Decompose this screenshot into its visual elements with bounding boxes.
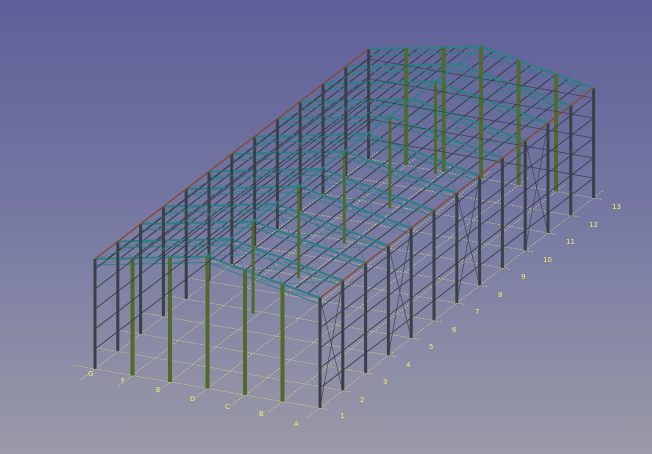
grid-label-2: 2 xyxy=(360,396,364,404)
rafter-chord xyxy=(169,262,208,264)
grid-label-3: 3 xyxy=(383,378,387,386)
rafter xyxy=(254,134,293,138)
rafter xyxy=(368,47,407,50)
rafter xyxy=(345,64,384,68)
rafter xyxy=(443,45,482,49)
grid-labels: A B C D E F G 1 2 3 4 5 6 7 8 9 10 11 12… xyxy=(88,203,621,428)
rafter xyxy=(140,222,179,225)
grid-label-7: 7 xyxy=(475,308,479,316)
rafter xyxy=(277,117,315,120)
wall-brace xyxy=(388,245,412,339)
grid-label-1: 1 xyxy=(340,412,344,420)
wall-brace xyxy=(319,297,344,391)
grid-label-11: 11 xyxy=(566,238,575,246)
grid-label-8: 8 xyxy=(498,291,502,299)
grid-label-4: 4 xyxy=(406,361,411,369)
grid-label-B: B xyxy=(259,410,264,418)
grid-label-6: 6 xyxy=(452,326,457,334)
rafter xyxy=(406,46,444,50)
grid-label-13: 13 xyxy=(612,203,621,211)
3d-viewport[interactable]: A B C D E F G 1 2 3 4 5 6 7 8 9 10 11 12… xyxy=(0,0,652,454)
grid-label-5: 5 xyxy=(429,343,433,351)
grid-label-10: 10 xyxy=(543,256,552,264)
columns xyxy=(93,46,596,408)
rafter xyxy=(163,204,201,208)
grid-line-letter xyxy=(156,164,453,393)
grid-line-number xyxy=(72,364,328,410)
rafter xyxy=(397,80,436,84)
grid-label-F: F xyxy=(121,377,125,385)
grid-label-A: A xyxy=(294,420,299,428)
grid-line-letter xyxy=(231,177,528,406)
rafter xyxy=(208,169,247,173)
rafter xyxy=(117,239,156,243)
grid-label-D: D xyxy=(190,395,195,403)
grid-label-12: 12 xyxy=(589,221,598,229)
grid-label-9: 9 xyxy=(521,273,525,281)
rafter xyxy=(300,99,338,103)
rafter xyxy=(352,115,390,119)
grid-label-C: C xyxy=(225,403,230,411)
grid-label-G: G xyxy=(88,370,93,378)
wall-girt xyxy=(319,137,594,349)
wall-brace xyxy=(456,192,480,286)
rafter xyxy=(322,82,361,85)
grid-label-E: E xyxy=(156,386,160,394)
steel-frame-model[interactable]: A B C D E F G 1 2 3 4 5 6 7 8 9 10 11 12… xyxy=(0,0,652,454)
bracing xyxy=(94,63,571,409)
rafter xyxy=(186,187,224,190)
rafter xyxy=(420,63,459,66)
rafter xyxy=(231,152,270,155)
wall-brace xyxy=(524,140,549,234)
rafter xyxy=(94,257,133,260)
